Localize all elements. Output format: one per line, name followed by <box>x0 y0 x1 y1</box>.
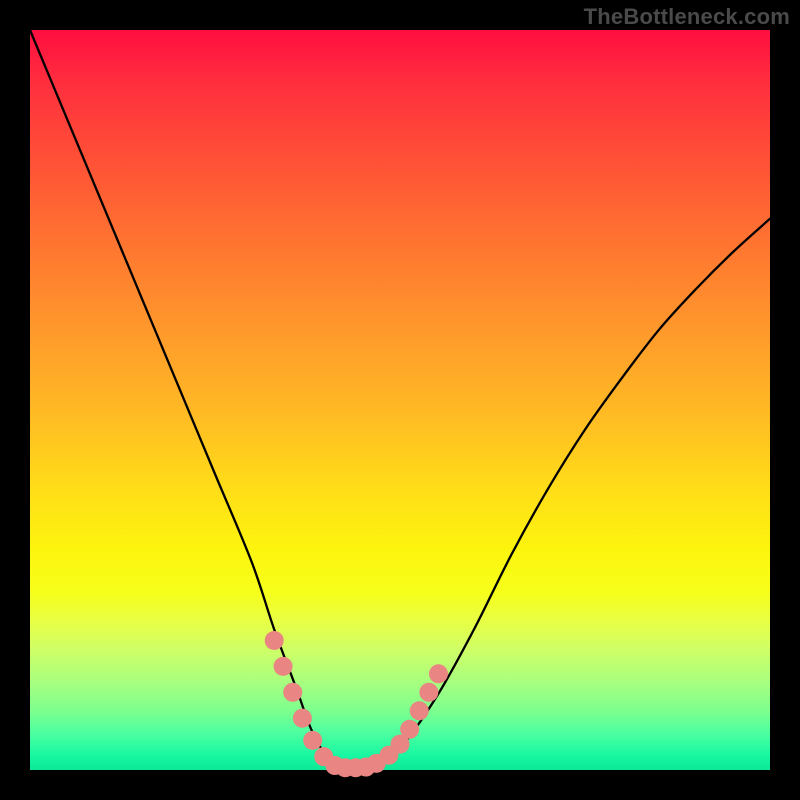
watermark-text: TheBottleneck.com <box>584 4 790 30</box>
plot-area <box>30 30 770 770</box>
marker-dot <box>293 709 312 728</box>
marker-cluster <box>265 631 448 777</box>
marker-dot <box>265 631 284 650</box>
marker-dot <box>419 683 438 702</box>
marker-dot <box>400 720 419 739</box>
curve-layer <box>30 30 770 770</box>
marker-dot <box>410 701 429 720</box>
chart-frame: TheBottleneck.com <box>0 0 800 800</box>
marker-dot <box>429 664 448 683</box>
bottleneck-curve <box>30 30 770 768</box>
marker-dot <box>303 731 322 750</box>
marker-dot <box>283 683 302 702</box>
marker-dot <box>274 657 293 676</box>
